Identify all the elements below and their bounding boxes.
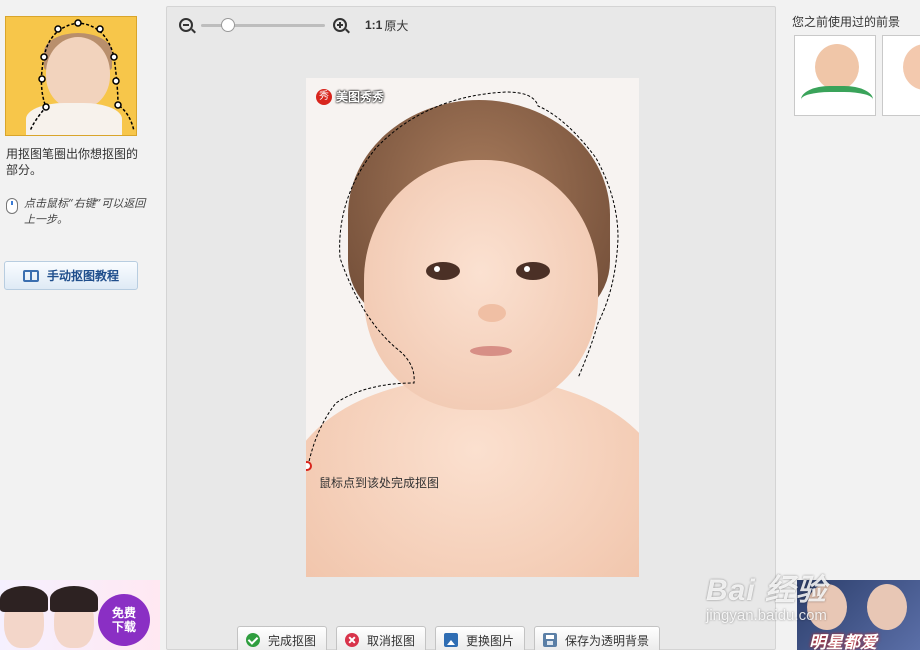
example-thumbnail <box>5 16 137 136</box>
badge-line-2: 下载 <box>111 620 136 634</box>
photo-canvas[interactable]: 秀 美图秀秀 鼠标点到该处完成抠图 <box>306 78 639 577</box>
cutout-selection-path <box>307 91 619 467</box>
zoom-1to1-button[interactable]: 1:1 <box>365 18 382 32</box>
meitu-logo-icon: 秀 <box>316 88 332 105</box>
recent-foreground-thumb-2[interactable] <box>882 35 920 116</box>
editor-panel: 1:1 原大 秀 美图秀秀 鼠标点到该处完成抠图 完成抠图 取消抠图 更换图片 … <box>166 6 776 650</box>
manual-cutout-tutorial-button[interactable]: 手动抠图教程 <box>4 261 138 290</box>
meitu-watermark-text: 美图秀秀 <box>336 90 385 104</box>
cancel-icon <box>345 633 360 647</box>
free-download-badge[interactable]: 免费 下载 <box>98 594 150 646</box>
zoom-slider[interactable] <box>201 15 325 35</box>
recent-foreground-thumb-1[interactable] <box>794 35 876 116</box>
mouse-icon <box>6 198 18 214</box>
complete-cutout-button[interactable]: 完成抠图 <box>237 626 328 650</box>
book-icon <box>23 269 39 282</box>
undo-tip-text: 点击鼠标“右键”可以返回上一步。 <box>24 197 146 226</box>
baidu-jingyan-watermark: Bai 经验 jingyan.baidu.com <box>706 565 827 624</box>
change-image-button[interactable]: 更换图片 <box>435 626 526 650</box>
thumb-baby-face <box>903 44 920 90</box>
baidu-brand-text: Bai 经验 <box>706 574 828 607</box>
baidu-url-text: jingyan.baidu.com <box>706 607 827 624</box>
finish-hint-text: 鼠标点到该处完成抠图 <box>319 476 440 490</box>
zoom-out-icon[interactable] <box>179 18 193 32</box>
zoom-slider-thumb[interactable] <box>221 18 235 32</box>
action-bar: 完成抠图 取消抠图 更换图片 保存为透明背景 <box>237 626 669 650</box>
cancel-cutout-label: 取消抠图 <box>367 633 416 648</box>
recent-foregrounds-title: 您之前使用过的前景 <box>792 15 901 29</box>
image-icon <box>444 633 459 647</box>
thumb-baby-shirt <box>801 86 873 115</box>
save-icon <box>543 633 558 647</box>
ad-star-face-2 <box>867 584 907 630</box>
badge-line-1: 免费 <box>111 606 136 620</box>
zoom-in-icon[interactable] <box>333 18 347 32</box>
zoom-original-label[interactable]: 原大 <box>384 17 408 34</box>
check-icon <box>246 633 260 647</box>
right-ad-text: 明星都爱 <box>809 633 877 650</box>
instruction-text: 用抠图笔圈出你想抠图的部分。 <box>6 147 139 177</box>
complete-cutout-label: 完成抠图 <box>268 633 317 648</box>
ad-model-face-2 <box>50 586 98 648</box>
ad-model-face-1 <box>0 586 48 648</box>
save-transparent-button[interactable]: 保存为透明背景 <box>534 626 661 650</box>
left-ad-banner[interactable]: 免费 下载 <box>0 580 160 650</box>
thumb-baby-face <box>815 44 859 90</box>
example-outline-path <box>29 19 135 132</box>
zoom-slider-track <box>201 24 325 27</box>
tutorial-button-label: 手动抠图教程 <box>47 269 120 283</box>
left-panel: 用抠图笔圈出你想抠图的部分。 点击鼠标“右键”可以返回上一步。 手动抠图教程 免… <box>0 0 160 650</box>
save-transparent-label: 保存为透明背景 <box>565 633 650 648</box>
change-image-label: 更换图片 <box>466 633 515 648</box>
meitu-watermark: 秀 美图秀秀 <box>316 88 384 105</box>
cancel-cutout-button[interactable]: 取消抠图 <box>336 626 427 650</box>
zoom-toolbar: 1:1 原大 <box>179 15 408 35</box>
